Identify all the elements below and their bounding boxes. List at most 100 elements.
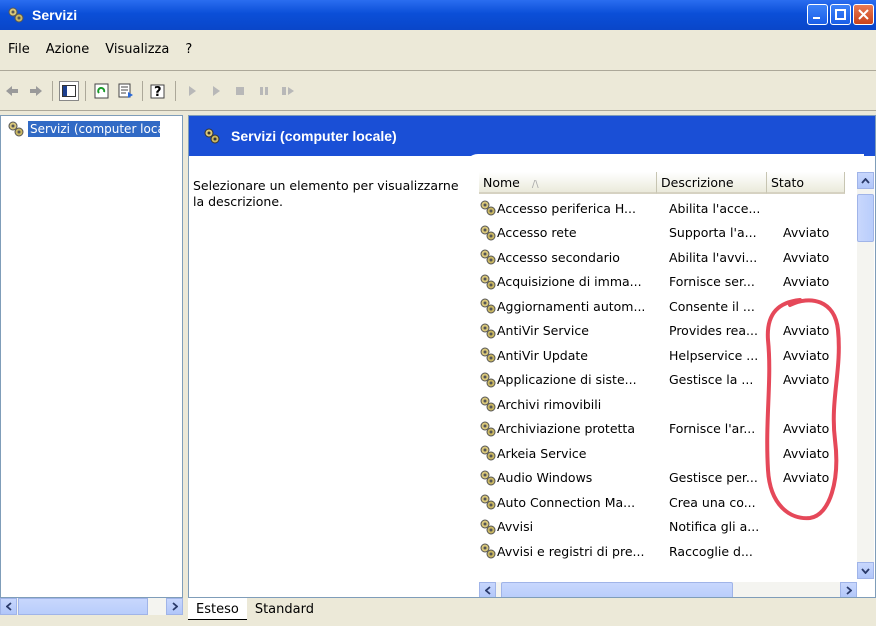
resume-service-icon[interactable] — [206, 81, 226, 101]
service-row[interactable]: Archivi rimovibili — [479, 392, 853, 416]
service-name: AntiVir Update — [497, 347, 588, 363]
menu-visualizza[interactable]: Visualizza — [97, 42, 177, 60]
service-row[interactable]: Auto Connection Ma... Crea una co... — [479, 490, 853, 514]
column-header-status[interactable]: Stato — [767, 172, 845, 194]
service-row[interactable]: Accesso rete Supporta l'a... Avviato — [479, 221, 853, 245]
service-gear-icon — [479, 518, 497, 536]
minimize-button[interactable] — [807, 4, 828, 25]
column-headers: Nome /\ Descrizione Stato — [479, 172, 845, 194]
service-name-cell: Arkeia Service — [479, 444, 669, 462]
service-description: Gestisce per... — [669, 470, 758, 485]
service-row[interactable]: Archiviazione protetta Fornisce l'ar... Av… — [479, 417, 853, 441]
tab-standard[interactable]: Standard — [247, 598, 322, 620]
vertical-scrollbar[interactable] — [857, 172, 874, 579]
scroll-up-button[interactable] — [857, 172, 874, 189]
service-gear-icon — [479, 395, 497, 413]
services-list: Nome /\ Descrizione Stato Accesso perife… — [479, 172, 875, 597]
vertical-scroll-thumb[interactable] — [857, 194, 874, 242]
service-name-cell: Aggiornamenti autom... — [479, 297, 669, 315]
service-row[interactable]: Avvisi e registri di pre... Raccoglie d..… — [479, 539, 853, 563]
service-row[interactable]: Accesso periferica H... Abilita l'acce... — [479, 196, 853, 220]
refresh-icon[interactable] — [92, 81, 112, 101]
service-status: Avviato — [783, 372, 830, 387]
service-row[interactable]: Audio Windows Gestisce per... Avviato — [479, 466, 853, 490]
service-gear-icon — [479, 542, 497, 560]
svg-text:?: ? — [154, 85, 162, 100]
service-row[interactable]: Acquisizione di imma... Fornisce ser... Av… — [479, 270, 853, 294]
tree-item-label: Servizi (computer locale) — [28, 121, 160, 137]
scroll-down-button[interactable] — [857, 562, 874, 579]
restart-service-icon[interactable] — [278, 81, 298, 101]
toolbar-separator — [142, 81, 143, 101]
view-tabs: Esteso Standard — [188, 598, 322, 620]
service-name-cell: Auto Connection Ma... — [479, 493, 669, 511]
service-name-cell: Audio Windows — [479, 469, 669, 487]
menu-help[interactable]: ? — [177, 42, 200, 60]
service-gear-icon — [479, 199, 497, 217]
service-gear-icon — [479, 224, 497, 242]
close-button[interactable] — [853, 4, 874, 25]
stop-service-icon[interactable] — [230, 81, 250, 101]
service-name: Auto Connection Ma... — [497, 494, 636, 510]
scroll-right-button[interactable] — [840, 582, 857, 597]
service-row[interactable]: Aggiornamenti autom... Consente il ... — [479, 294, 853, 318]
menu-azione[interactable]: Azione — [38, 42, 98, 60]
scroll-left-button[interactable] — [479, 582, 496, 597]
forward-arrow-icon[interactable] — [26, 81, 46, 101]
service-gear-icon — [479, 346, 497, 364]
service-row[interactable]: Arkeia Service Avviato — [479, 441, 853, 465]
toolbar-separator — [52, 81, 53, 101]
column-header-name[interactable]: Nome /\ — [479, 172, 657, 194]
toolbar-divider — [0, 110, 876, 111]
start-service-icon[interactable] — [182, 81, 202, 101]
service-row[interactable]: AntiVir Service Provides rea... Avviato — [479, 319, 853, 343]
service-status: Avviato — [783, 274, 830, 289]
horizontal-scroll-thumb[interactable] — [501, 582, 733, 597]
service-gear-icon — [479, 322, 497, 340]
service-status: Avviato — [783, 347, 830, 363]
tree-scroll-right-button[interactable] — [166, 598, 183, 615]
service-description: Provides rea... — [669, 323, 758, 338]
tree-scroll-left-button[interactable] — [0, 598, 17, 615]
service-description: Gestisce la ... — [669, 372, 754, 387]
show-tree-icon[interactable] — [59, 81, 79, 101]
service-name-cell: Accesso secondario — [479, 248, 669, 266]
panel-title: Servizi (computer locale) — [231, 128, 397, 144]
horizontal-scrollbar[interactable] — [479, 582, 857, 597]
service-row[interactable]: Applicazione di siste... Gestisce la ... A… — [479, 368, 853, 392]
description-text: Selezionare un elemento per visualizzarn… — [193, 178, 459, 209]
service-description: Fornisce ser... — [669, 274, 755, 289]
service-name: Acquisizione di imma... — [497, 274, 642, 289]
tab-esteso[interactable]: Esteso — [188, 598, 247, 620]
services-gear-icon — [7, 120, 25, 138]
service-description: Crea una co... — [669, 494, 756, 510]
service-name-cell: Accesso rete — [479, 224, 669, 242]
export-list-icon[interactable] — [116, 81, 136, 101]
menu-file[interactable]: File — [0, 42, 38, 60]
service-name: Avvisi e registri di pre... — [497, 543, 645, 559]
service-row[interactable]: Accesso secondario Abilita l'avvi... Avvia… — [479, 245, 853, 269]
service-row[interactable]: AntiVir Update Helpservice ... Avviato — [479, 343, 853, 367]
column-name-label: Nome — [483, 175, 520, 190]
maximize-button[interactable] — [830, 4, 851, 25]
tree-scroll-thumb[interactable] — [18, 598, 148, 615]
tree-item-services-local[interactable]: Servizi (computer locale) — [7, 120, 160, 138]
pause-service-icon[interactable] — [254, 81, 274, 101]
service-name: Accesso rete — [497, 225, 577, 240]
service-gear-icon — [479, 371, 497, 389]
help-icon[interactable]: ? — [149, 81, 169, 101]
tree-horizontal-scrollbar[interactable] — [0, 598, 183, 615]
back-arrow-icon[interactable] — [2, 81, 22, 101]
service-name: Archivi rimovibili — [497, 396, 602, 412]
service-row[interactable]: Avvisi Notifica gli a... — [479, 515, 853, 539]
column-header-description[interactable]: Descrizione — [657, 172, 767, 194]
service-name: Avvisi — [497, 519, 534, 534]
sort-indicator: /\ — [531, 179, 539, 190]
toolbar-separator — [175, 81, 176, 101]
service-name: Accesso secondario — [497, 249, 620, 265]
service-name: Archiviazione protetta — [497, 421, 635, 436]
service-name-cell: AntiVir Update — [479, 346, 669, 364]
menu-bar: File Azione Visualizza ? — [0, 42, 200, 60]
service-name: AntiVir Service — [497, 323, 589, 338]
service-description: Fornisce l'ar... — [669, 421, 756, 436]
